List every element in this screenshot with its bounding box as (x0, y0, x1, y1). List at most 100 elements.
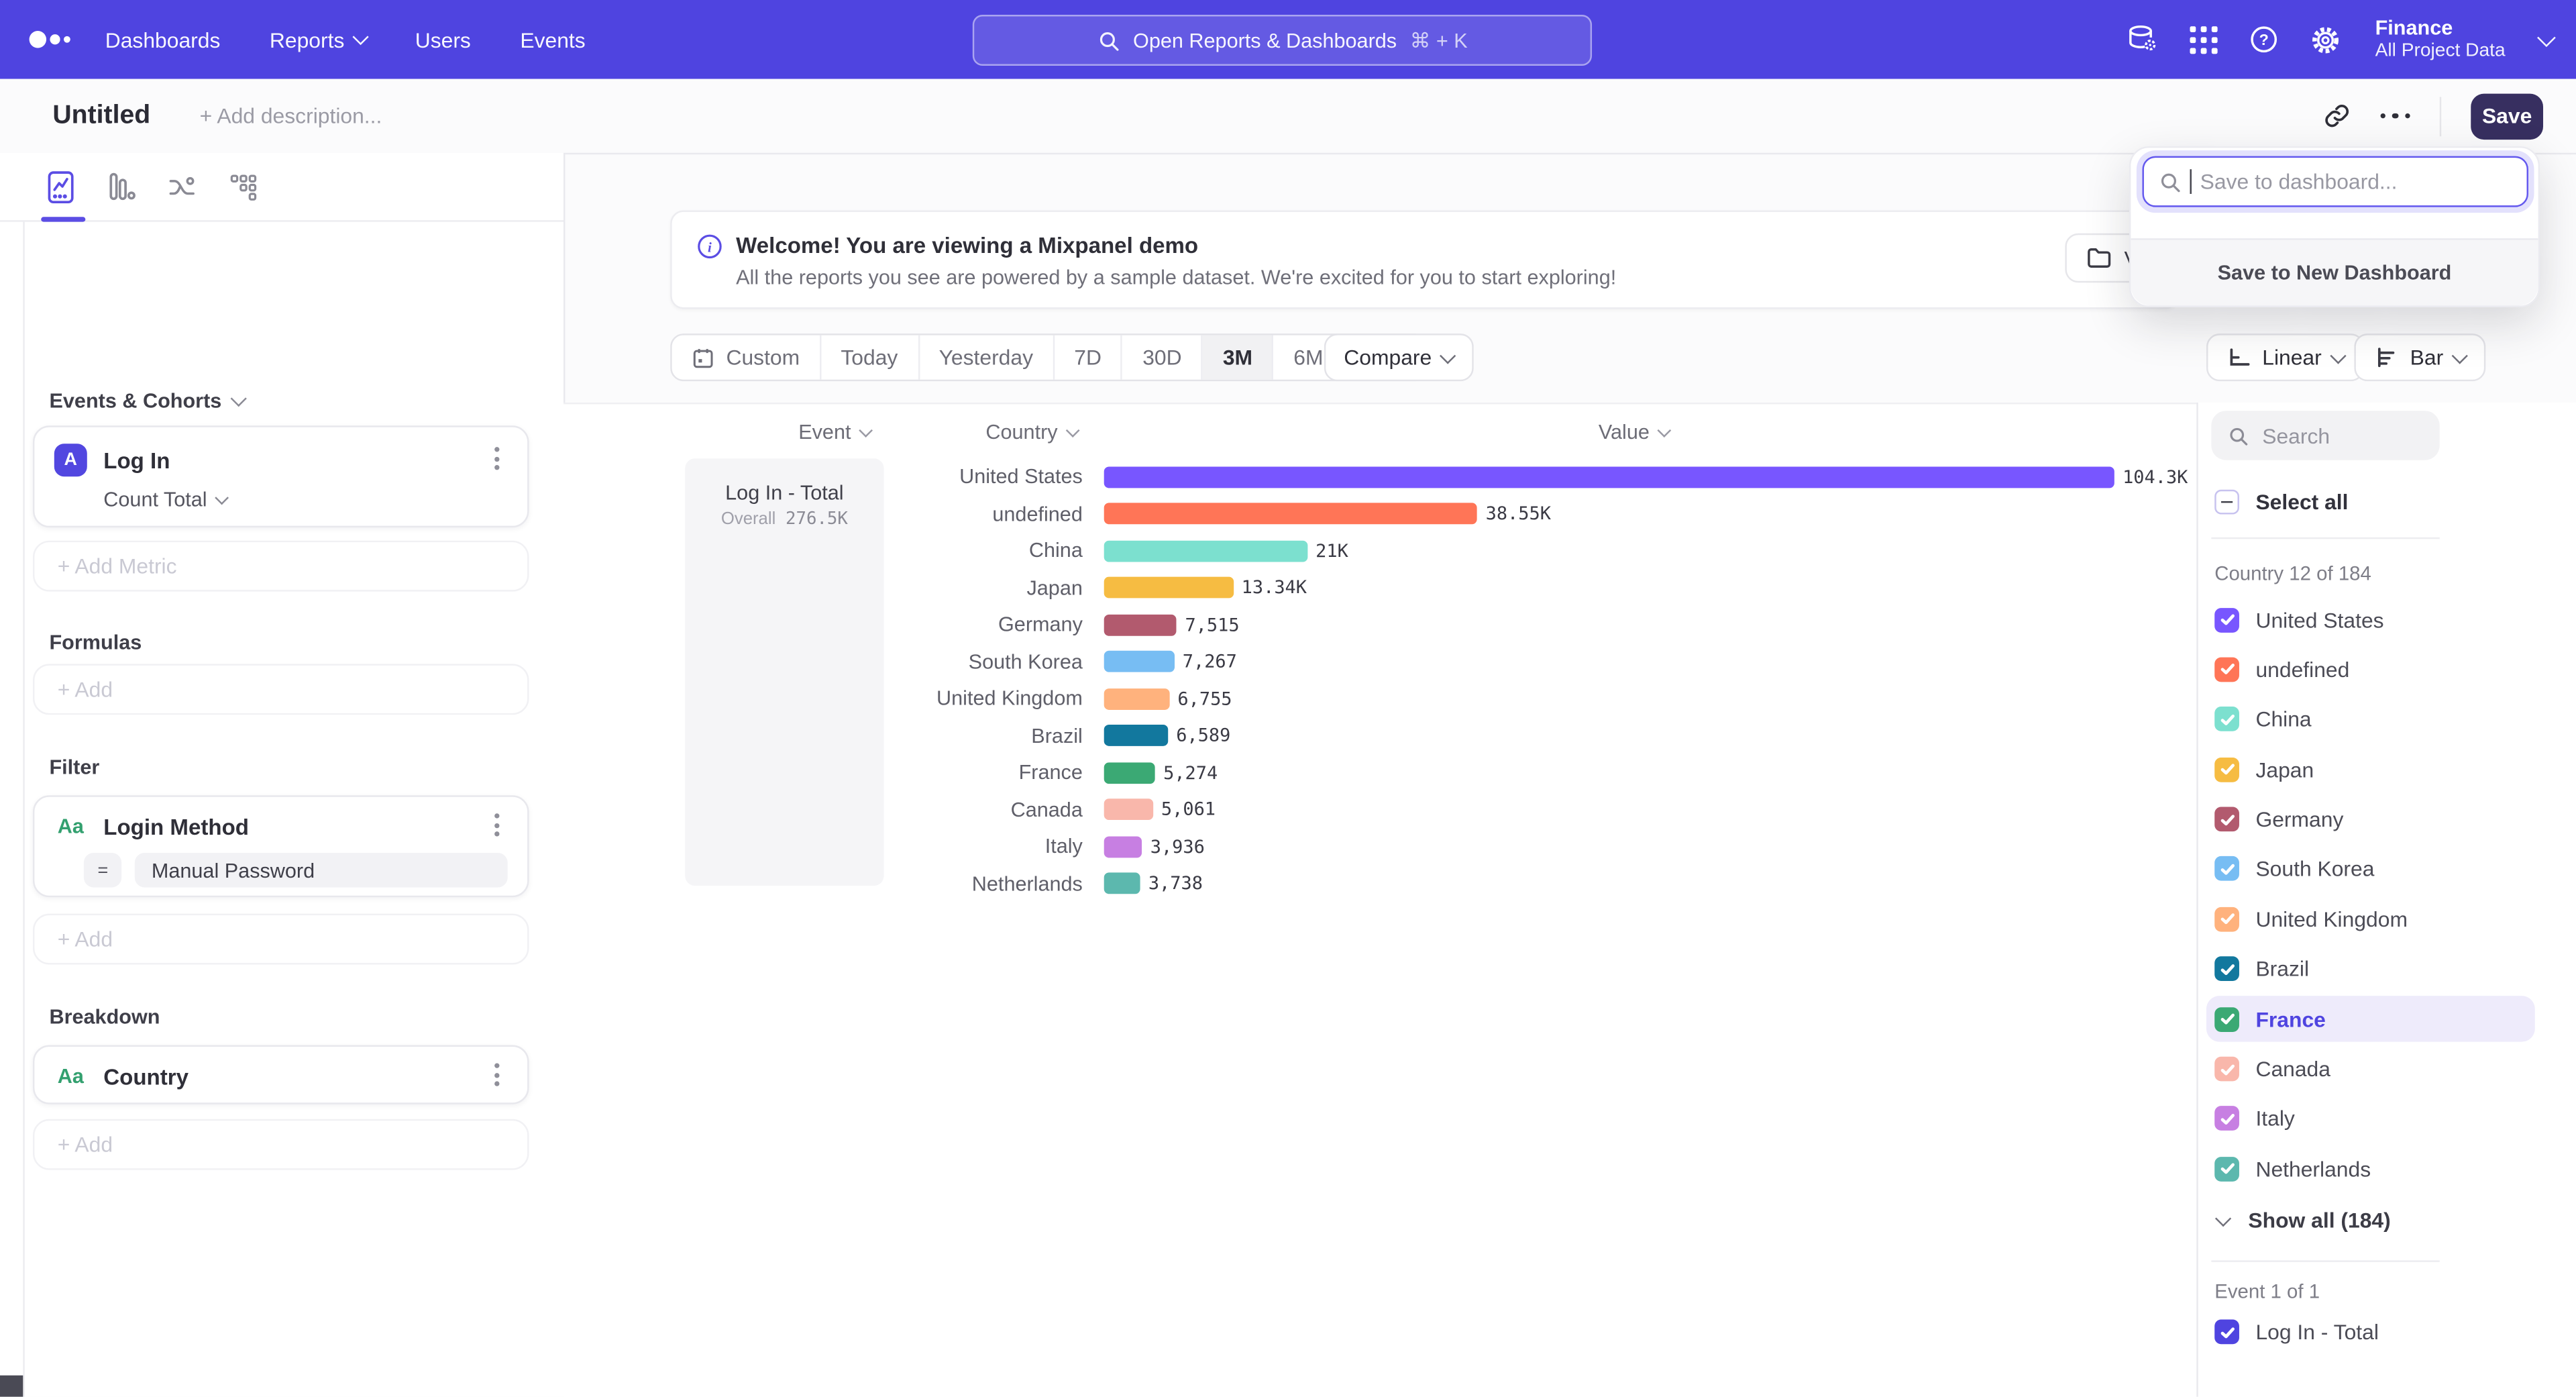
compare-button[interactable]: Compare (1324, 333, 1474, 381)
country-checkbox[interactable] (2214, 757, 2239, 782)
country-row-netherlands[interactable]: Netherlands (2206, 1146, 2535, 1192)
y-scale-dropdown[interactable]: Linear (2206, 333, 2363, 381)
metric-card-login[interactable]: A Log In Count Total (33, 425, 529, 527)
bar[interactable] (1104, 503, 1478, 525)
tab-funnels[interactable] (105, 165, 138, 208)
country-label: Japan (2255, 757, 2314, 782)
country-checkbox[interactable] (2214, 807, 2239, 832)
copy-link-icon[interactable] (2322, 102, 2351, 130)
apps-grid-icon[interactable] (2190, 25, 2218, 54)
column-header-country[interactable]: Country (985, 421, 1077, 444)
country-row-canada[interactable]: Canada (2206, 1046, 2535, 1092)
events-cohorts-header[interactable]: Events & Cohorts (49, 389, 244, 412)
nav-item-events[interactable]: Events (520, 27, 585, 52)
filter-value-dropdown[interactable]: Manual Password (135, 853, 507, 887)
nav-item-reports[interactable]: Reports (270, 27, 366, 52)
column-header-value[interactable]: Value (1599, 421, 1669, 444)
filter-options-icon[interactable] (494, 813, 501, 839)
bar[interactable] (1104, 725, 1168, 747)
range-custom[interactable]: Custom (672, 335, 821, 380)
select-all-checkbox[interactable] (2214, 490, 2239, 515)
select-all-row[interactable]: Select all (2214, 490, 2348, 515)
country-row-brazil[interactable]: Brazil (2206, 946, 2535, 992)
help-icon[interactable]: ? (2249, 25, 2278, 54)
bar[interactable] (1104, 466, 2114, 488)
range-3m[interactable]: 3M (1203, 335, 1273, 380)
country-checkbox[interactable] (2214, 1106, 2239, 1131)
metric-aggregation-dropdown[interactable]: Count Total (103, 488, 227, 511)
scrollbar-thumb[interactable] (0, 1376, 23, 1397)
bar-row-undefined: undefined38.55K (685, 495, 2188, 532)
country-row-italy[interactable]: Italy (2206, 1096, 2535, 1142)
event-checkbox[interactable] (2214, 1320, 2239, 1345)
bar[interactable] (1104, 651, 1175, 672)
country-checkbox[interactable] (2214, 657, 2239, 682)
nav-item-users[interactable]: Users (415, 27, 471, 52)
country-checkbox[interactable] (2214, 607, 2239, 632)
bar-row-united-states: United States104.3K (685, 458, 2188, 495)
mixpanel-logo[interactable] (26, 26, 82, 52)
global-search-button[interactable]: Open Reports & Dashboards ⌘ + K (973, 15, 1592, 66)
add-filter-button[interactable]: + Add (33, 914, 529, 965)
country-row-france[interactable]: France (2206, 996, 2535, 1042)
bar[interactable] (1104, 614, 1177, 635)
chevron-down-icon[interactable] (2537, 28, 2556, 46)
country-row-united-kingdom[interactable]: United Kingdom (2206, 896, 2535, 943)
series-search-input[interactable]: Search (2211, 411, 2439, 460)
filter-property-name[interactable]: Login Method (103, 814, 249, 839)
country-row-china[interactable]: China (2206, 696, 2535, 743)
event-checkbox-row[interactable]: Log In - Total (2214, 1320, 2379, 1345)
range-7d[interactable]: 7D (1055, 335, 1123, 380)
country-checkbox[interactable] (2214, 1006, 2239, 1031)
save-dashboard-search-input[interactable]: Save to dashboard... (2142, 156, 2528, 207)
data-management-icon[interactable] (2125, 23, 2158, 56)
bar[interactable] (1104, 540, 1307, 562)
add-formula-button[interactable]: + Add (33, 664, 529, 715)
range-yesterday[interactable]: Yesterday (919, 335, 1055, 380)
country-checkbox[interactable] (2214, 857, 2239, 882)
tab-insights[interactable] (44, 165, 77, 208)
add-metric-button[interactable]: + Add Metric (33, 541, 529, 592)
metric-options-icon[interactable] (494, 447, 501, 473)
bar[interactable] (1104, 836, 1142, 858)
country-checkbox[interactable] (2214, 907, 2239, 931)
nav-item-dashboards[interactable]: Dashboards (105, 27, 221, 52)
save-to-new-dashboard-button[interactable]: Save to New Dashboard (2131, 238, 2538, 305)
bar[interactable] (1104, 762, 1155, 784)
breakdown-property-name[interactable]: Country (103, 1064, 189, 1089)
country-row-japan[interactable]: Japan (2206, 746, 2535, 792)
bar[interactable] (1104, 873, 1140, 894)
save-button[interactable]: Save (2471, 93, 2543, 139)
breakdown-card-country[interactable]: Aa Country (33, 1045, 529, 1104)
add-description-field[interactable]: + Add description... (200, 103, 382, 128)
column-header-event[interactable]: Event (798, 421, 871, 444)
country-row-germany[interactable]: Germany (2206, 796, 2535, 843)
country-checkbox[interactable] (2214, 1057, 2239, 1082)
bar[interactable] (1104, 799, 1153, 821)
country-row-undefined[interactable]: undefined (2206, 646, 2535, 692)
metric-event-name[interactable]: Log In (103, 448, 170, 472)
chart-type-dropdown[interactable]: Bar (2354, 333, 2485, 381)
country-checkbox[interactable] (2214, 707, 2239, 732)
bar[interactable] (1104, 577, 1234, 599)
report-title[interactable]: Untitled (52, 101, 150, 131)
country-row-united-states[interactable]: United States (2206, 597, 2535, 643)
filter-card-login-method[interactable]: Aa Login Method = Manual Password (33, 795, 529, 897)
country-row-south-korea[interactable]: South Korea (2206, 846, 2535, 892)
bar[interactable] (1104, 688, 1169, 710)
filter-operator-dropdown[interactable]: = (84, 853, 122, 887)
project-switcher[interactable]: Finance All Project Data (2375, 17, 2506, 62)
country-checkbox[interactable] (2214, 1157, 2239, 1182)
breakdown-options-icon[interactable] (494, 1063, 501, 1089)
tab-retention[interactable] (227, 165, 260, 208)
range-today[interactable]: Today (821, 335, 919, 380)
range-30d[interactable]: 30D (1123, 335, 1203, 380)
add-breakdown-button[interactable]: + Add (33, 1119, 529, 1170)
more-options-icon[interactable] (2380, 113, 2410, 118)
tab-flows[interactable] (166, 165, 199, 208)
series-filter-panel: Search Select all Country 12 of 184 Unit… (2196, 403, 2576, 1397)
settings-gear-icon[interactable] (2310, 24, 2341, 56)
show-all-toggle[interactable]: Show all (184) (2218, 1208, 2391, 1233)
country-checkbox[interactable] (2214, 957, 2239, 982)
text-cursor (2190, 169, 2192, 194)
